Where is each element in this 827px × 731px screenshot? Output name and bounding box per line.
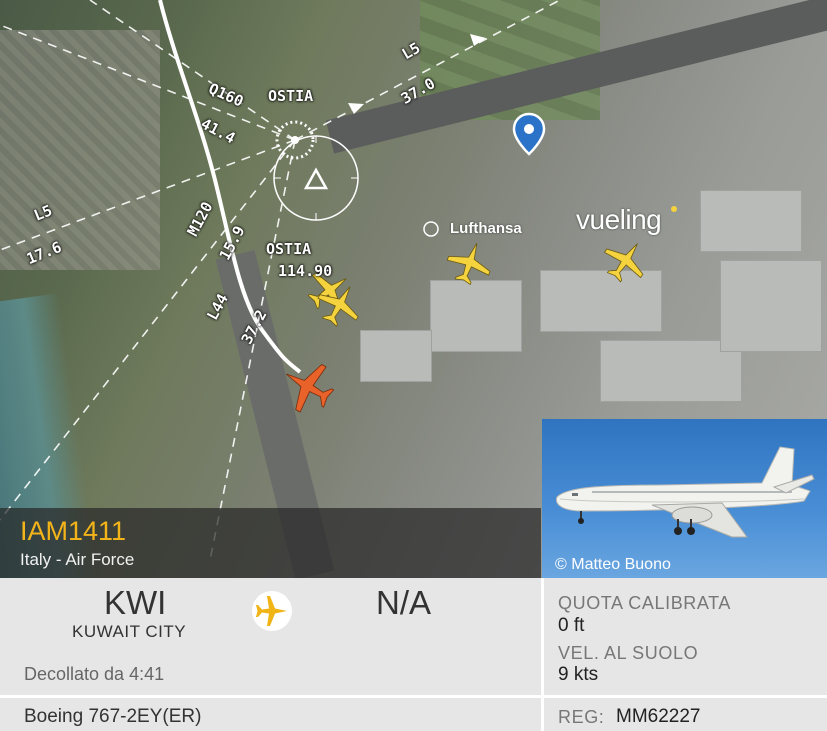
altitude-label: QUOTA CALIBRATA: [558, 593, 732, 613]
altitude-value: 0 ft: [558, 615, 585, 636]
waypoint-label-ostia: OSTIA: [268, 87, 314, 105]
origin-code: KWI: [104, 584, 167, 621]
divider: [541, 578, 544, 731]
ground-speed-label: VEL. AL SUOLO: [558, 643, 699, 663]
origin-city: KUWAIT CITY: [72, 622, 187, 641]
divider: [0, 695, 827, 698]
flight-callsign: IAM1411: [20, 516, 127, 546]
location-pin-icon[interactable]: [511, 112, 547, 158]
registration-label: REG:: [558, 707, 605, 727]
navaid-label-ostia: OSTIA: [266, 240, 312, 258]
departed-time: Decollato da 4:41: [24, 664, 165, 684]
destination-code: N/A: [376, 584, 432, 621]
lufthansa-brand: Lufthansa: [450, 220, 522, 237]
aircraft-icon: [446, 243, 491, 286]
selected-aircraft-icon: [285, 363, 335, 413]
vueling-brand: vueling: [576, 204, 662, 235]
route-plane-icon: [252, 591, 292, 631]
navaid-frequency: 114.90: [278, 262, 333, 280]
airway-l5-left: [0, 139, 296, 251]
photo-credit: © Matteo Buono: [555, 556, 671, 573]
airplane-photo-icon: [555, 446, 815, 538]
registration-value: MM62227: [616, 706, 701, 727]
vor-triangle-icon: [303, 167, 329, 190]
aircraft-icon: [603, 243, 644, 283]
flight-trail: [158, 0, 302, 374]
airway-q160: [0, 24, 296, 141]
vueling-dot-icon: [671, 206, 677, 212]
airway-north: [89, 0, 296, 141]
aircraft-photo[interactable]: [542, 419, 827, 578]
arrow-icon: [348, 103, 364, 114]
ground-speed-value: 9 kts: [558, 664, 599, 685]
flight-operator: Italy - Air Force: [20, 550, 135, 569]
aircraft-model: Boeing 767-2EY(ER): [24, 706, 202, 727]
lufthansa-logo-icon: [423, 221, 439, 237]
